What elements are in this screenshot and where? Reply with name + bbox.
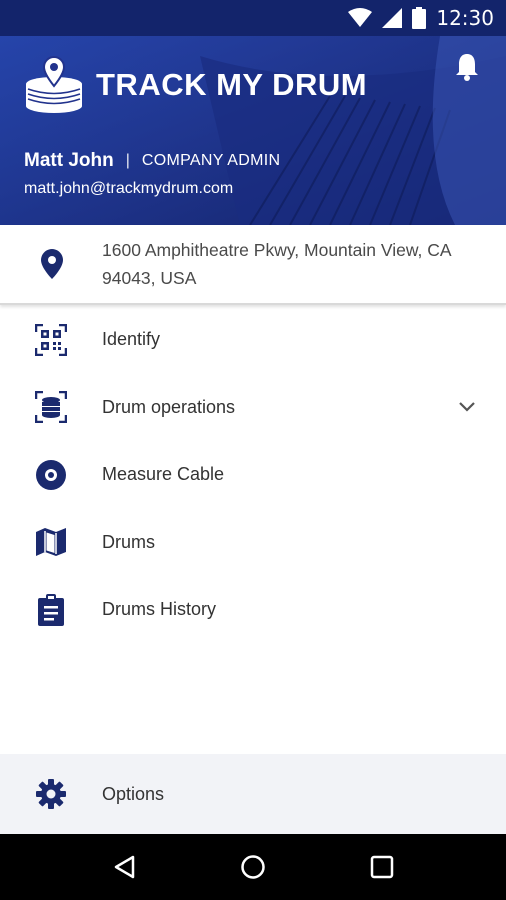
user-email: matt.john@trackmydrum.com	[24, 180, 234, 197]
menu-item-options[interactable]: Options	[0, 754, 506, 834]
user-name: Matt John	[24, 150, 114, 171]
disc-icon	[36, 459, 66, 490]
menu-item-label: Drum operations	[102, 396, 236, 417]
brand: TRACK MY DRUM	[24, 56, 367, 114]
menu-item-label: Drums History	[102, 599, 217, 620]
home-button[interactable]	[233, 847, 273, 887]
battery-icon	[412, 7, 427, 29]
menu-item-drums-history[interactable]: Drums History	[0, 576, 506, 644]
status-time: 12:30	[436, 6, 494, 30]
user-role: COMPANY ADMIN	[141, 152, 281, 169]
location-address: 1600 Amphitheatre Pkwy, Mountain View, C…	[102, 240, 451, 288]
chevron-down-icon[interactable]	[458, 401, 476, 413]
qr-scan-icon	[35, 323, 67, 356]
signal-icon	[382, 8, 403, 28]
status-bar: 12:30	[0, 0, 506, 36]
drum-stack-icon	[35, 391, 67, 424]
location-pin-icon	[41, 249, 63, 279]
bell-icon[interactable]	[454, 52, 480, 82]
current-location[interactable]: 1600 Amphitheatre Pkwy, Mountain View, C…	[0, 225, 506, 305]
back-icon	[115, 855, 135, 879]
menu-item-measure-cable[interactable]: Measure Cable	[0, 441, 506, 509]
menu-item-identify[interactable]: Identify	[0, 306, 506, 374]
wifi-icon	[348, 8, 373, 27]
options-label: Options	[102, 783, 165, 804]
clipboard-icon	[38, 593, 64, 626]
user-separator: |	[125, 152, 130, 169]
drawer-menu: Identify Drum operations Measure Cable D…	[0, 306, 506, 644]
menu-item-drum-operations[interactable]: Drum operations	[0, 374, 506, 442]
brand-title: TRACK MY DRUM	[96, 67, 368, 102]
system-nav-bar	[0, 834, 506, 900]
menu-item-label: Identify	[102, 329, 161, 350]
recents-button[interactable]	[362, 847, 402, 887]
back-button[interactable]	[104, 847, 144, 887]
gear-icon	[36, 779, 66, 809]
recents-icon	[370, 855, 393, 879]
map-icon	[36, 528, 66, 557]
home-icon	[241, 855, 265, 879]
drum-logo-icon	[26, 56, 82, 113]
drawer-header: TRACK MY DRUM Matt John | COMPANY ADMIN …	[0, 36, 506, 225]
menu-item-label: Measure Cable	[102, 464, 225, 485]
menu-item-drums[interactable]: Drums	[0, 509, 506, 577]
user-info: Matt John | COMPANY ADMIN	[24, 150, 280, 172]
menu-item-label: Drums	[102, 531, 155, 552]
